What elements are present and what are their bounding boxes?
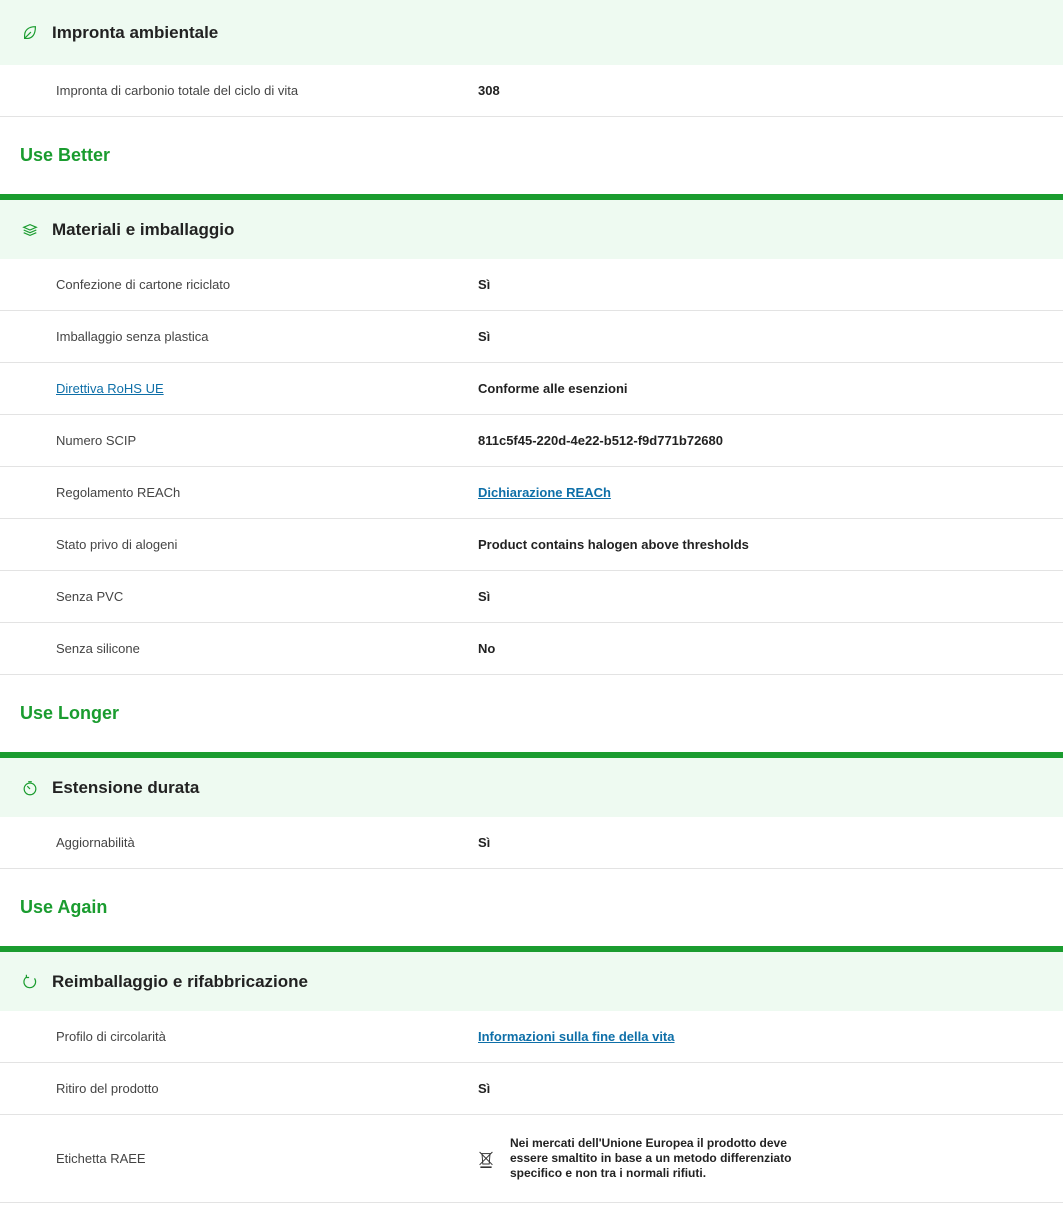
row-label: Stato privo di alogeni	[56, 537, 178, 552]
table-row: Impronta di carbonio totale del ciclo di…	[0, 65, 1063, 117]
section-title: Estensione durata	[52, 777, 200, 797]
row-label: Senza silicone	[56, 641, 140, 656]
section-header-repackaging: Reimballaggio e rifabbricazione	[0, 946, 1063, 1011]
weee-bin-icon	[478, 1150, 500, 1173]
row-label: Profilo di circolarità	[56, 1029, 166, 1044]
row-value: Sì	[478, 329, 491, 344]
table-row: Direttiva RoHS UE Conforme alle esenzion…	[0, 363, 1063, 415]
rohs-link[interactable]: Direttiva RoHS UE	[56, 381, 164, 396]
row-label: Etichetta RAEE	[56, 1151, 146, 1166]
end-of-life-link[interactable]: Informazioni sulla fine della vita	[478, 1029, 675, 1044]
group-title-use-longer: Use Longer	[20, 703, 120, 723]
row-label: Imballaggio senza plastica	[56, 329, 209, 344]
table-row: Senza silicone No	[0, 623, 1063, 675]
weee-text: Nei mercati dell'Unione Europea il prodo…	[510, 1136, 792, 1180]
table-row: Aggiornabilità Sì	[0, 817, 1063, 869]
reach-declaration-link[interactable]: Dichiarazione REACh	[478, 485, 611, 500]
table-row: Senza PVC Sì	[0, 571, 1063, 623]
row-label: Senza PVC	[56, 589, 124, 604]
table-row: Ritiro del prodotto Sì	[0, 1063, 1063, 1115]
row-value: Sì	[478, 277, 491, 292]
section-header-lifespan: Estensione durata	[0, 752, 1063, 817]
section-title: Materiali e imballaggio	[52, 219, 235, 239]
row-label: Regolamento REACh	[56, 485, 181, 500]
table-row: Imballaggio senza plastica Sì	[0, 311, 1063, 363]
layers-icon	[20, 220, 40, 240]
section-title: Reimballaggio e rifabbricazione	[52, 971, 309, 991]
row-value: 308	[478, 83, 500, 98]
row-value: Sì	[478, 835, 491, 850]
section-header-materials: Materiali e imballaggio	[0, 194, 1063, 259]
row-value: Conforme alle esenzioni	[478, 381, 628, 396]
row-label: Numero SCIP	[56, 433, 137, 448]
group-title-use-better: Use Better	[20, 145, 111, 165]
table-row: Confezione di cartone riciclato Sì	[0, 259, 1063, 311]
refresh-icon	[20, 972, 40, 992]
row-value: No	[478, 641, 496, 656]
row-value: 811c5f45-220d-4e22-b512-f9d771b72680	[478, 433, 724, 448]
timer-icon	[20, 778, 40, 798]
section-header-footprint: Impronta ambientale	[0, 0, 1063, 65]
row-label: Confezione di cartone riciclato	[56, 277, 231, 292]
row-value: Product contains halogen above threshold…	[478, 537, 749, 552]
table-row: Etichetta RAEE Nei mercati dell'Unione E…	[0, 1115, 1063, 1203]
leaf-icon	[20, 23, 40, 43]
table-row: Numero SCIP 811c5f45-220d-4e22-b512-f9d7…	[0, 415, 1063, 467]
row-value: Sì	[478, 589, 491, 604]
row-label: Impronta di carbonio totale del ciclo di…	[56, 83, 299, 98]
table-row: Stato privo di alogeni Product contains …	[0, 519, 1063, 571]
table-row: Profilo di circolarità Informazioni sull…	[0, 1011, 1063, 1063]
row-value: Sì	[478, 1081, 491, 1096]
table-row: Regolamento REACh Dichiarazione REACh	[0, 467, 1063, 519]
row-label: Ritiro del prodotto	[56, 1081, 159, 1096]
row-label: Aggiornabilità	[56, 835, 135, 850]
group-title-use-again: Use Again	[20, 897, 108, 917]
section-title: Impronta ambientale	[52, 22, 219, 42]
sustainability-page: Impronta ambientale Impronta di carbonio…	[0, 0, 1063, 1203]
